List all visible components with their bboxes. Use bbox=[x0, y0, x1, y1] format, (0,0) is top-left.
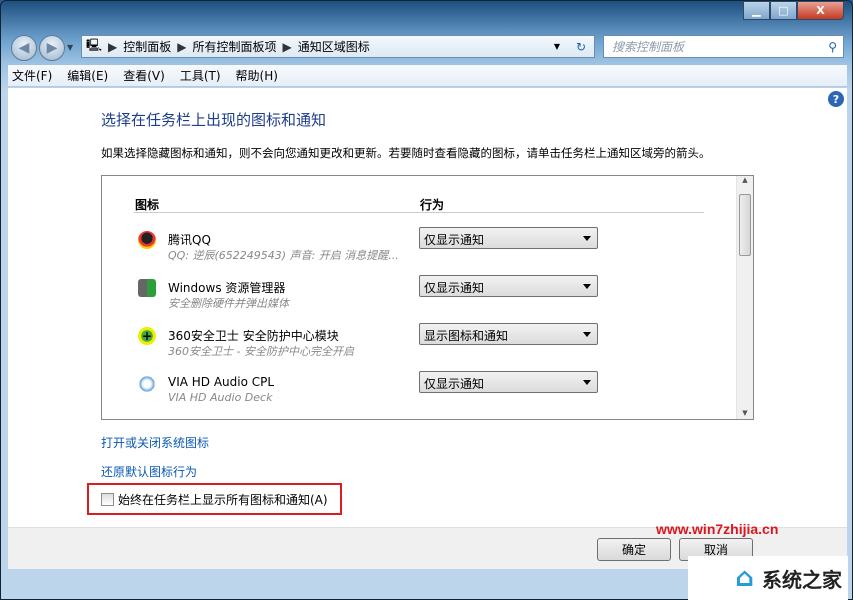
house-logo-icon: ⌂ bbox=[735, 563, 754, 593]
breadcrumb-item[interactable]: 所有控制面板项 bbox=[193, 38, 277, 55]
item-name: 腾讯QQ bbox=[168, 233, 211, 247]
computer-icon: 🖳 bbox=[86, 38, 103, 52]
item-description: 360安全卫士 - 安全防护中心完全开启 bbox=[168, 345, 354, 358]
item-name: 360安全卫士 安全防护中心模块 bbox=[168, 329, 339, 343]
minimize-button[interactable]: ▁ bbox=[743, 1, 770, 20]
content-pane: ? 选择在任务栏上出现的图标和通知 如果选择隐藏图标和通知，则不会向您通知更改和… bbox=[8, 88, 847, 527]
column-header-behavior: 行为 bbox=[420, 198, 445, 212]
back-arrow-icon: ◀ bbox=[18, 40, 30, 56]
list-item: Windows 资源管理器 安全删除硬件并弹出媒体 仅显示通知 bbox=[138, 275, 738, 319]
checkbox-label[interactable]: 始终在任务栏上显示所有图标和通知(A) bbox=[118, 491, 328, 508]
restore-defaults-link[interactable]: 还原默认图标行为 bbox=[101, 463, 197, 480]
menu-view[interactable]: 查看(V) bbox=[123, 67, 165, 84]
back-button[interactable]: ◀ bbox=[11, 35, 37, 61]
behavior-select[interactable]: 仅显示通知 bbox=[419, 275, 598, 297]
ok-button[interactable]: 确定 bbox=[597, 538, 671, 561]
close-icon: X bbox=[816, 4, 825, 17]
watermark-logo: ⌂ 系统之家 bbox=[688, 556, 848, 600]
360-security-icon: + bbox=[138, 327, 156, 345]
always-show-checkbox[interactable] bbox=[101, 492, 114, 506]
menu-edit[interactable]: 编辑(E) bbox=[67, 67, 108, 84]
list-item: 腾讯QQ QQ: 逆辰(652249543) 声音: 开启 消息提醒... 仅显… bbox=[138, 227, 738, 271]
page-description: 如果选择隐藏图标和通知，则不会向您通知更改和更新。若要随时查看隐藏的图标，请单击… bbox=[101, 146, 711, 160]
menu-tools[interactable]: 工具(T) bbox=[180, 67, 221, 84]
list-scrollbar[interactable]: ▲ ▼ bbox=[736, 176, 753, 419]
search-icon[interactable]: ⚲ bbox=[828, 40, 837, 54]
scroll-up-icon[interactable]: ▲ bbox=[737, 176, 753, 184]
minimize-icon: ▁ bbox=[752, 4, 761, 17]
address-bar[interactable]: 🖳 ▶ 控制面板 ▶ 所有控制面板项 ▶ 通知区域图标 ▼ ↻ bbox=[81, 35, 595, 58]
search-placeholder: 搜索控制面板 bbox=[612, 40, 685, 54]
qq-penguin-icon bbox=[138, 231, 156, 249]
maximize-button[interactable]: □ bbox=[770, 1, 797, 20]
maximize-icon: □ bbox=[778, 4, 789, 17]
watermark-name: 系统之家 bbox=[762, 567, 842, 592]
scroll-down-icon[interactable]: ▼ bbox=[737, 409, 753, 417]
item-name: Windows 资源管理器 bbox=[168, 281, 286, 295]
icon-list: 图标 行为 腾讯QQ QQ: 逆辰(652249543) 声音: 开启 消息提醒… bbox=[101, 175, 754, 420]
list-item: VIA HD Audio CPL VIA HD Audio Deck 仅显示通知 bbox=[138, 371, 738, 415]
page-title: 选择在任务栏上出现的图标和通知 bbox=[101, 111, 327, 129]
forward-button[interactable]: ▶ bbox=[39, 35, 65, 61]
address-dropdown-icon[interactable]: ▼ bbox=[554, 42, 560, 51]
safely-remove-hardware-icon bbox=[138, 279, 156, 297]
refresh-icon[interactable]: ↻ bbox=[576, 40, 586, 54]
scrollbar-thumb[interactable] bbox=[739, 194, 751, 256]
item-description: VIA HD Audio Deck bbox=[168, 391, 273, 404]
menu-help[interactable]: 帮助(H) bbox=[236, 67, 278, 84]
column-header-icon: 图标 bbox=[135, 198, 160, 212]
breadcrumb-item[interactable]: 通知区域图标 bbox=[298, 38, 370, 55]
help-icon[interactable]: ? bbox=[828, 91, 844, 107]
search-input[interactable]: 搜索控制面板 ⚲ bbox=[603, 35, 844, 58]
via-audio-icon bbox=[138, 375, 156, 393]
breadcrumb-item[interactable]: 控制面板 bbox=[123, 38, 171, 55]
list-item: + 360安全卫士 安全防护中心模块 360安全卫士 - 安全防护中心完全开启 … bbox=[138, 323, 738, 367]
forward-arrow-icon: ▶ bbox=[46, 40, 58, 56]
window-frame: ▁ □ X ◀ ▶ ▼ 🖳 ▶ 控制面板 ▶ 所有控制面板项 ▶ 通知区域图标 ▼ ↻… bbox=[0, 0, 853, 600]
item-description: QQ: 逆辰(652249543) 声音: 开启 消息提醒... bbox=[168, 249, 399, 262]
item-description: 安全删除硬件并弹出媒体 bbox=[168, 297, 289, 310]
recent-pages-dropdown[interactable]: ▼ bbox=[67, 43, 73, 52]
behavior-select[interactable]: 仅显示通知 bbox=[419, 227, 598, 249]
close-button[interactable]: X bbox=[797, 1, 844, 20]
menu-bar: 文件(F) 编辑(E) 查看(V) 工具(T) 帮助(H) bbox=[8, 65, 847, 87]
behavior-select[interactable]: 仅显示通知 bbox=[419, 371, 598, 393]
watermark-url: www.win7zhijia.cn bbox=[656, 521, 779, 537]
highlight-box: 始终在任务栏上显示所有图标和通知(A) bbox=[87, 483, 342, 515]
behavior-select[interactable]: 显示图标和通知 bbox=[419, 323, 598, 345]
system-icons-link[interactable]: 打开或关闭系统图标 bbox=[101, 434, 209, 451]
header-divider bbox=[134, 212, 704, 213]
item-name: VIA HD Audio CPL bbox=[168, 375, 275, 389]
menu-file[interactable]: 文件(F) bbox=[12, 67, 52, 84]
